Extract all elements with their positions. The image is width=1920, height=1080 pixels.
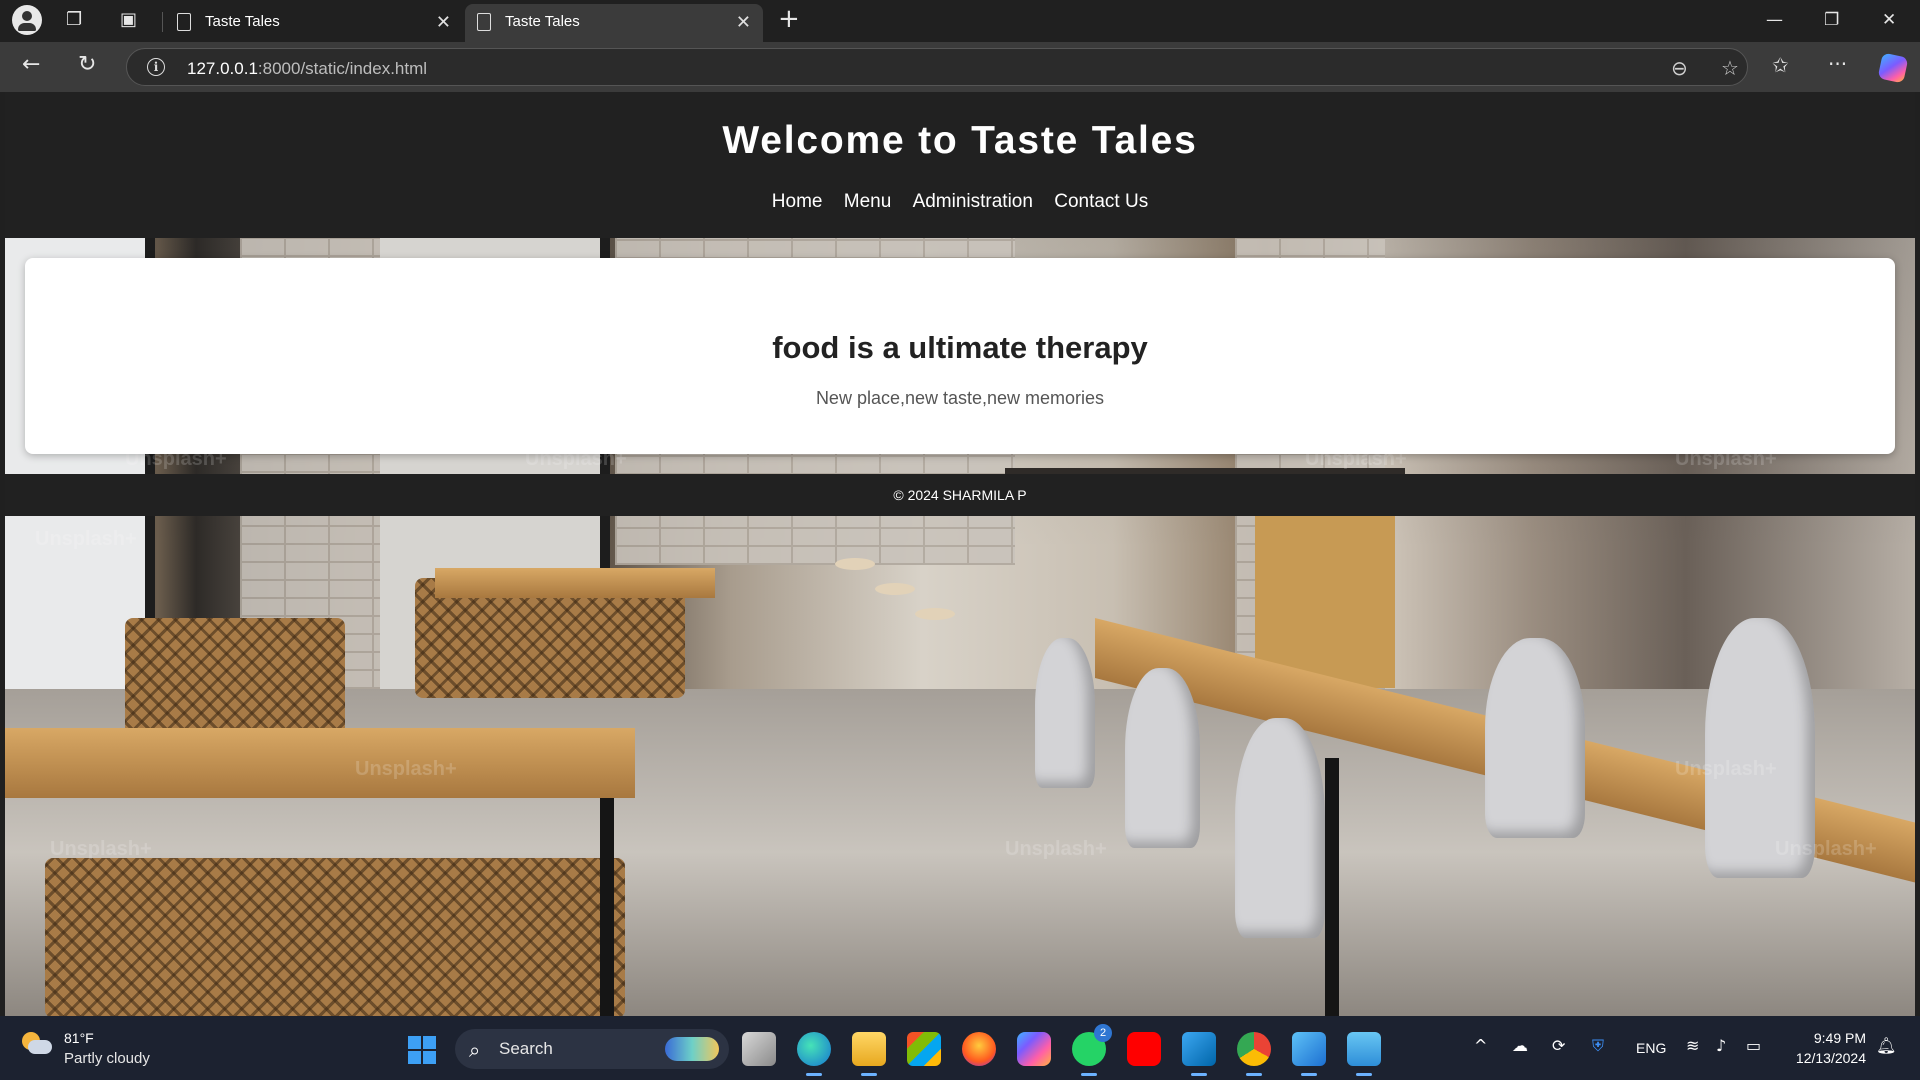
site-nav: Home Menu Administration Contact Us xyxy=(5,191,1915,213)
bar-stool xyxy=(835,558,875,570)
hero-title: food is a ultimate therapy xyxy=(772,330,1148,365)
weather-icon[interactable] xyxy=(22,1030,52,1060)
tab-separator xyxy=(162,12,163,32)
tab-taste-tales-2[interactable]: Taste Tales ✕ xyxy=(465,4,763,42)
vscode-icon[interactable] xyxy=(1182,1032,1216,1076)
notification-bell-icon[interactable]: 🔔︎ xyxy=(1876,1036,1896,1055)
favorites-icon[interactable]: ✩ xyxy=(1772,55,1789,75)
clock-date[interactable]: 12/13/2024 xyxy=(1760,1050,1866,1066)
back-icon[interactable]: ← xyxy=(22,54,40,76)
watermark: Unsplash+ xyxy=(50,838,152,860)
white-chair xyxy=(1485,638,1585,838)
site-header: Welcome to Taste Tales Home Menu Adminis… xyxy=(5,92,1915,238)
copilot-app-icon[interactable] xyxy=(1017,1032,1051,1066)
address-bar[interactable]: i 127.0.0.1:8000/static/index.html ⊖ ☆ xyxy=(126,48,1748,86)
tab-title: Taste Tales xyxy=(505,13,580,30)
watermark: Unsplash+ xyxy=(35,528,137,550)
youtube-icon[interactable] xyxy=(1127,1032,1161,1066)
weather-temperature[interactable]: 81°F xyxy=(64,1030,94,1046)
bar-counter-wood xyxy=(1255,508,1395,688)
site-footer: © 2024 SHARMILA P xyxy=(5,474,1915,516)
page-icon xyxy=(177,13,191,31)
nav-menu-link[interactable]: Menu xyxy=(844,191,892,212)
watermark: Unsplash+ xyxy=(1775,838,1877,860)
table-leg xyxy=(1325,758,1339,1016)
wifi-icon[interactable]: ≋ xyxy=(1686,1036,1699,1055)
bar-stool xyxy=(875,583,915,595)
volume-icon[interactable]: ♪ xyxy=(1716,1036,1726,1055)
white-chair xyxy=(1235,718,1325,938)
taskbar-search[interactable]: ⌕ Search xyxy=(455,1029,729,1069)
browser-tab-bar: ❐ ▣ Taste Tales ✕ Taste Tales ✕ + — ❐ ✕ xyxy=(0,0,1920,42)
search-highlight-icon xyxy=(665,1037,719,1061)
show-hidden-icons-icon[interactable]: ^ xyxy=(1474,1036,1487,1055)
white-chair xyxy=(1125,668,1200,848)
tab-title: Taste Tales xyxy=(205,13,280,30)
minimize-icon[interactable]: — xyxy=(1766,10,1783,30)
notepad-icon[interactable] xyxy=(1347,1032,1381,1076)
close-window-icon[interactable]: ✕ xyxy=(1882,10,1896,30)
hero-card: food is a ultimate therapy New place,new… xyxy=(25,258,1895,454)
weather-condition[interactable]: Partly cloudy xyxy=(64,1050,150,1067)
copilot-icon[interactable] xyxy=(1877,52,1909,84)
firefox-icon[interactable] xyxy=(962,1032,996,1066)
tab-taste-tales-1[interactable]: Taste Tales ✕ xyxy=(165,4,463,42)
nav-administration-link[interactable]: Administration xyxy=(913,191,1033,212)
hero-subtitle: New place,new taste,new memories xyxy=(815,388,1105,408)
windows-taskbar: 81°F Partly cloudy ⌕ Search 2 ^ ☁ ⟳ ⛨ EN… xyxy=(0,1016,1920,1080)
rattan-chair-front xyxy=(45,858,625,1016)
wooden-table-back xyxy=(435,568,715,598)
chrome-icon[interactable] xyxy=(1237,1032,1271,1076)
tab-close-icon[interactable]: ✕ xyxy=(436,12,451,33)
workspaces-icon[interactable]: ❐ xyxy=(66,10,82,30)
url-text[interactable]: 127.0.0.1:8000/static/index.html xyxy=(187,59,427,79)
nav-contact-us-link[interactable]: Contact Us xyxy=(1054,191,1148,212)
table-leg xyxy=(600,798,614,1016)
whatsapp-icon[interactable]: 2 xyxy=(1072,1024,1112,1076)
more-menu-icon[interactable]: ··· xyxy=(1828,54,1847,74)
file-explorer-icon[interactable] xyxy=(852,1032,886,1076)
wooden-table-front xyxy=(5,728,635,798)
watermark: Unsplash+ xyxy=(1005,838,1107,860)
watermark: Unsplash+ xyxy=(355,758,457,780)
nav-home-link[interactable]: Home xyxy=(772,191,823,212)
new-tab-button[interactable]: + xyxy=(778,6,800,32)
search-icon: ⌕ xyxy=(469,1038,481,1062)
restore-icon[interactable]: ❐ xyxy=(1824,10,1839,30)
vertical-tabs-icon[interactable]: ▣ xyxy=(120,10,137,30)
reload-icon[interactable]: ↻ xyxy=(78,54,96,76)
site-info-icon[interactable]: i xyxy=(147,58,165,76)
search-placeholder: Search xyxy=(499,1039,553,1058)
bar-stool xyxy=(915,608,955,620)
start-button[interactable] xyxy=(408,1036,436,1064)
favorite-star-icon[interactable]: ☆ xyxy=(1721,56,1739,80)
site-title: Welcome to Taste Tales xyxy=(722,119,1198,162)
white-chair xyxy=(1035,638,1095,788)
browser-toolbar: ← ↻ i 127.0.0.1:8000/static/index.html ⊖… xyxy=(0,42,1920,92)
task-view-icon[interactable] xyxy=(742,1032,776,1066)
photos-icon[interactable] xyxy=(1292,1032,1326,1076)
edge-browser-icon[interactable] xyxy=(797,1032,831,1076)
tab-close-icon[interactable]: ✕ xyxy=(736,12,751,33)
profile-avatar-icon[interactable] xyxy=(12,5,42,35)
microsoft-store-icon[interactable] xyxy=(907,1032,941,1066)
clock-time[interactable]: 9:49 PM xyxy=(1760,1030,1866,1046)
page-viewport: Unsplash+ Unsplash+ Unsplash+ Unsplash+ … xyxy=(5,92,1915,1016)
page-icon xyxy=(477,13,491,31)
battery-icon[interactable]: ▭ xyxy=(1746,1036,1761,1055)
sync-icon[interactable]: ⟳ xyxy=(1552,1036,1565,1055)
zoom-out-icon[interactable]: ⊖ xyxy=(1671,56,1688,80)
language-indicator[interactable]: ENG xyxy=(1636,1040,1666,1056)
notification-badge: 2 xyxy=(1094,1024,1112,1042)
security-shield-icon[interactable]: ⛨ xyxy=(1592,1036,1604,1056)
watermark: Unsplash+ xyxy=(1675,758,1777,780)
onedrive-icon[interactable]: ☁ xyxy=(1512,1036,1528,1055)
